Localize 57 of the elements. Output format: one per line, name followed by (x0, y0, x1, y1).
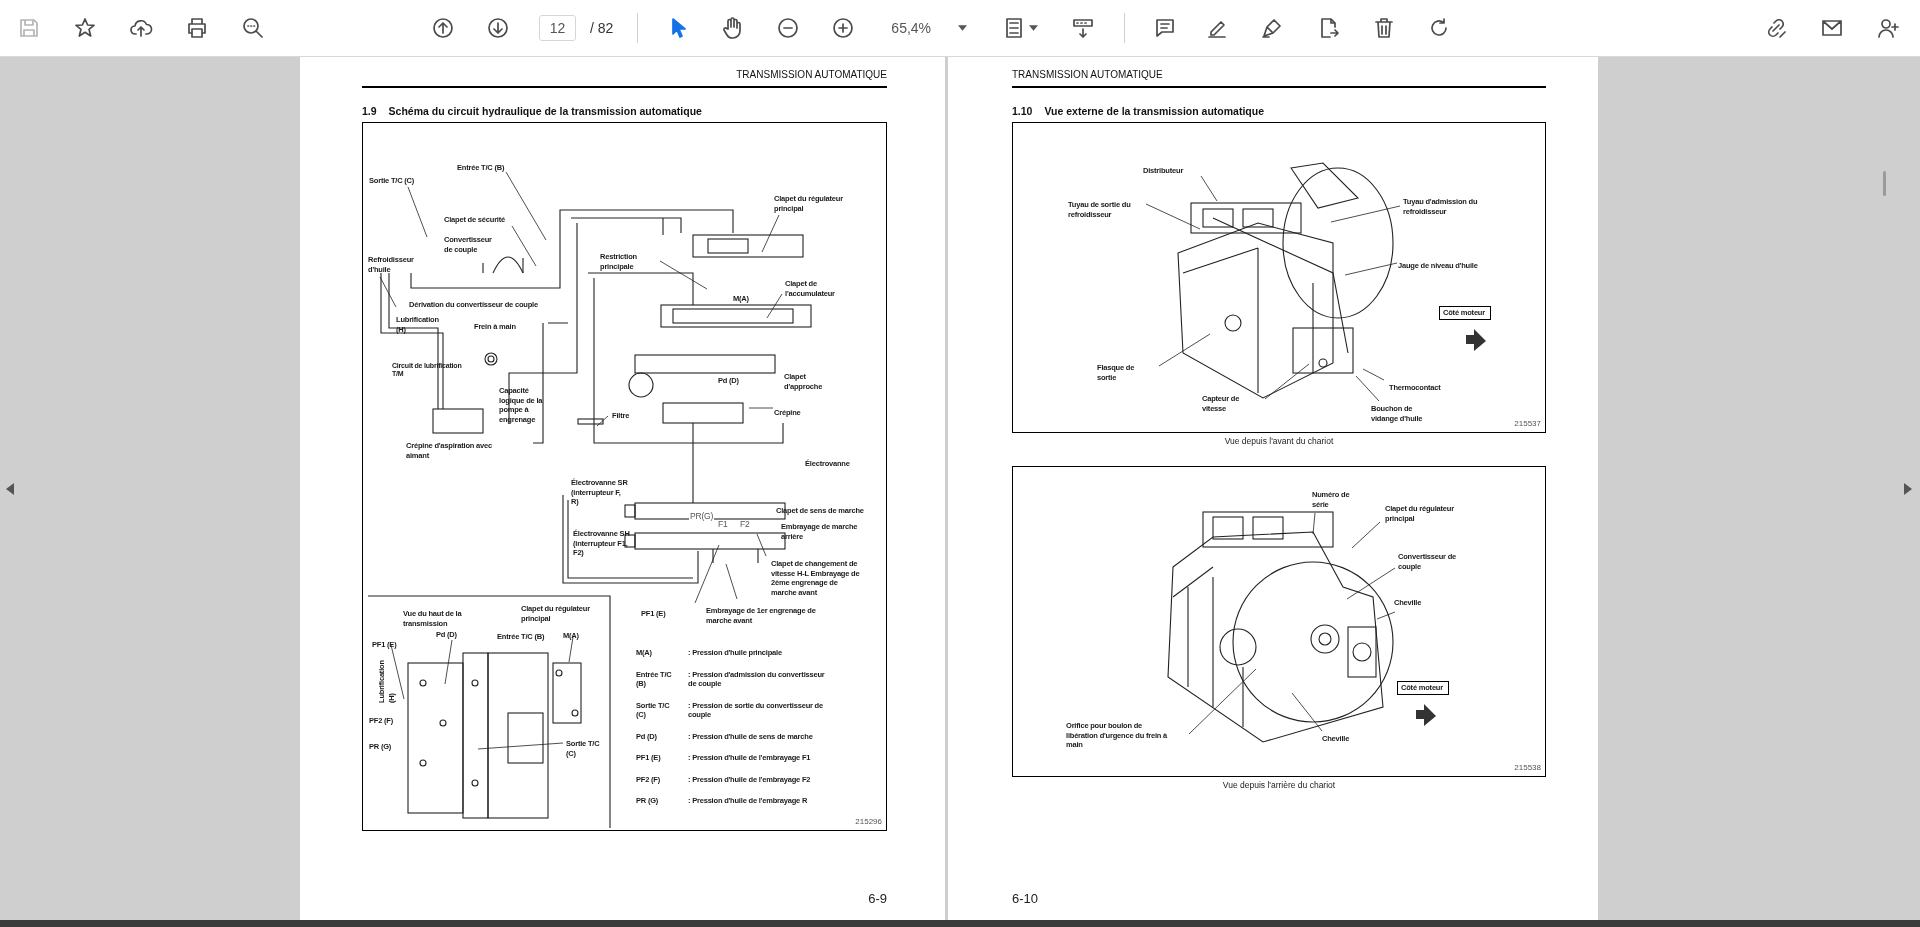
arrow-icon (1416, 704, 1436, 726)
section-title: Schéma du circuit hydraulique de la transmission automatique (388, 104, 702, 118)
leader-line (761, 214, 780, 253)
leader-line (407, 186, 428, 238)
figure-number: 215538 (1514, 762, 1541, 774)
figure-number: 215537 (1514, 418, 1541, 430)
zoom-field[interactable]: 65,4% (883, 14, 974, 42)
leader-line (1344, 262, 1398, 276)
add-person-icon (1876, 16, 1900, 40)
callout-label: PR(G) (689, 512, 715, 522)
figure-number: 215296 (855, 816, 882, 828)
leader-line (1351, 521, 1381, 549)
callout-label: F2 (739, 520, 751, 530)
arrow-up-circle-icon (431, 16, 455, 40)
figure-caption: Vue depuis l'arrière du chariot (1221, 780, 1337, 791)
section-number: 1.10 (1012, 104, 1033, 118)
leader-line (1291, 692, 1323, 732)
running-header: TRANSMISSION AUTOMATIQUE (1012, 69, 1546, 88)
leader-line (694, 544, 720, 604)
arrow-down-circle-icon (486, 16, 510, 40)
leader-line (1264, 363, 1310, 400)
leader-line (1346, 567, 1396, 600)
running-header: TRANSMISSION AUTOMATIQUE (362, 69, 887, 88)
leader-line (1158, 333, 1211, 367)
leader-line (1376, 611, 1396, 620)
leader-line (756, 533, 767, 557)
leader-line (1330, 205, 1401, 223)
leader-line (725, 563, 738, 600)
scroll-icon (1071, 16, 1096, 40)
section-number: 1.9 (362, 104, 377, 118)
leader-line (596, 415, 609, 427)
caret-icon (958, 25, 968, 31)
printer-icon (185, 16, 209, 40)
star-icon (73, 16, 97, 40)
leader-line (379, 276, 397, 308)
figure-caption: Vue depuis l'avant du chariot (1223, 436, 1335, 447)
scrollbar-thumb[interactable] (1883, 171, 1886, 196)
callout-label: F1 (717, 520, 729, 530)
page-field[interactable]: 12 (539, 15, 576, 41)
left-arrow-icon[interactable] (6, 482, 14, 495)
leader-line (1312, 512, 1316, 535)
section-title: Vue externe de la transmission automatique (1044, 104, 1265, 118)
leader-line (659, 260, 708, 290)
caret-icon (1029, 25, 1039, 31)
page-number: 6-10 (1012, 889, 1040, 908)
zoom-in-icon (831, 16, 856, 40)
leader-line (748, 407, 774, 409)
right-arrow-icon[interactable] (1904, 482, 1912, 495)
leader-line (766, 293, 783, 319)
zoom-out-icon (776, 16, 801, 40)
page-count: / 82 (590, 18, 614, 38)
leader-line (444, 639, 453, 685)
search-icon (241, 16, 265, 40)
page-number: 6-9 (867, 889, 887, 908)
arrow-icon (1466, 329, 1486, 351)
leader-line (1188, 668, 1257, 735)
save-icon (17, 16, 41, 40)
